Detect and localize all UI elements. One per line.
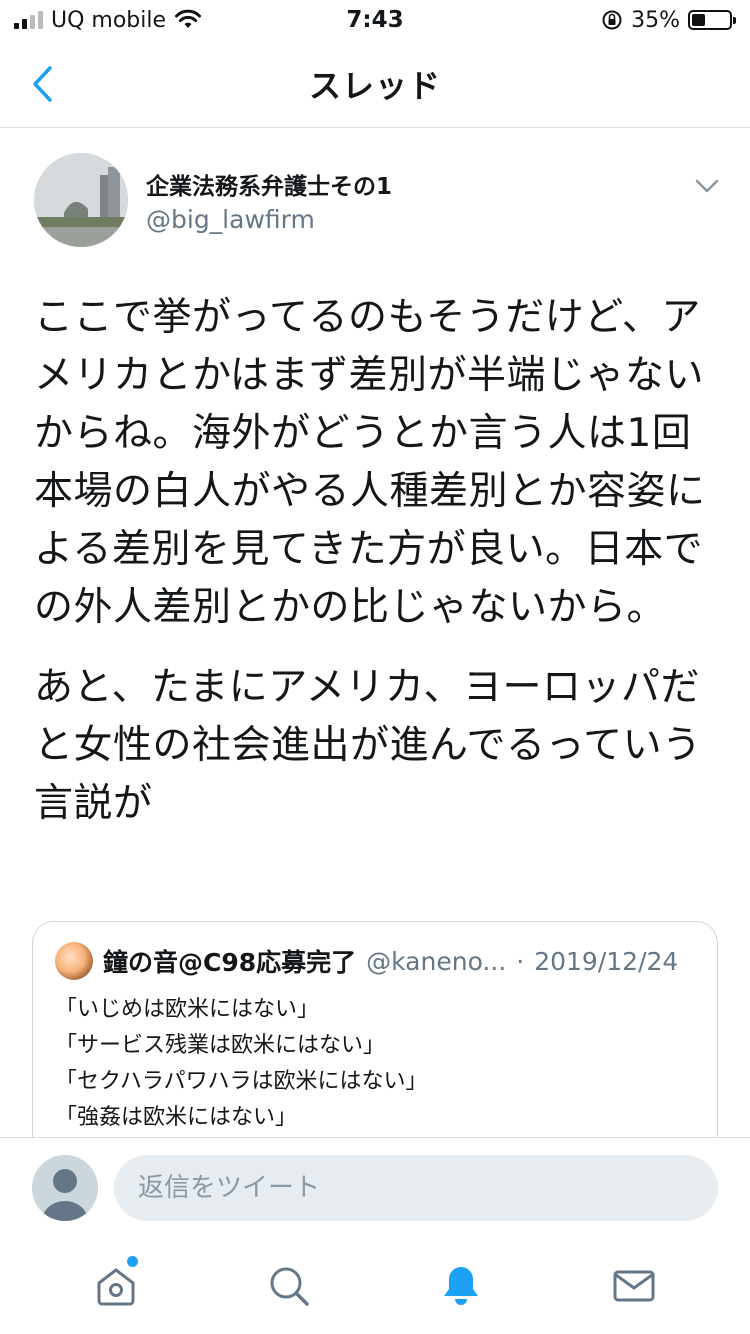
chevron-left-icon	[33, 66, 52, 102]
quoted-author-handle: @kaneno...	[366, 946, 507, 976]
wifi-icon	[175, 9, 202, 28]
cellular-signal-icon	[14, 11, 43, 29]
quoted-tweet[interactable]: 鐘の音@C98応募完了 @kaneno... · 2019/12/24 「いじめ…	[32, 921, 718, 1137]
reply-input[interactable]	[114, 1155, 718, 1221]
carrier-label: UQ mobile	[51, 7, 167, 33]
nav-bar: スレッド	[0, 40, 750, 128]
tab-bar	[0, 1237, 750, 1334]
quoted-line: 「セクハラパワハラは欧米にはない」	[55, 1069, 428, 1094]
user-avatar[interactable]	[32, 1155, 98, 1221]
quoted-tweet-text: 「いじめは欧米にはない」 「サービス残業は欧米にはない」 「セクハラパワハラは欧…	[55, 992, 695, 1136]
status-bar: UQ mobile 7:43 35%	[0, 0, 750, 40]
author-name[interactable]: 企業法務系弁護士その1	[146, 167, 392, 201]
tab-search[interactable]	[249, 1246, 329, 1326]
status-right: 35%	[601, 7, 736, 33]
tweet-text: ここで挙がってるのもそうだけど、アメリカとかはまず差別が半端じゃないからね。海外…	[34, 289, 714, 855]
quoted-author-avatar	[55, 942, 93, 980]
home-icon	[97, 1268, 135, 1305]
author-handle[interactable]: @big_lawfirm	[146, 205, 315, 234]
messages-icon	[613, 1270, 655, 1301]
tab-notifications[interactable]	[421, 1246, 501, 1326]
notifications-icon	[444, 1266, 479, 1305]
quoted-line: 「強姦は欧米にはない」	[55, 1105, 298, 1130]
battery-icon	[688, 10, 736, 30]
default-avatar-icon	[32, 1155, 98, 1221]
tab-messages[interactable]	[594, 1246, 674, 1326]
author-avatar[interactable]	[34, 153, 128, 247]
quoted-line: 「サービス残業は欧米にはない」	[55, 1033, 386, 1058]
page-title: スレッド	[308, 66, 441, 105]
battery-percent: 35%	[631, 7, 680, 33]
new-content-dot	[127, 1255, 139, 1267]
tab-home[interactable]	[76, 1246, 156, 1326]
battery-fill	[692, 14, 705, 26]
quoted-date: 2019/12/24	[534, 946, 679, 976]
quoted-separator: ·	[516, 946, 525, 976]
search-icon	[270, 1267, 309, 1306]
orientation-lock-icon	[602, 10, 622, 30]
back-button[interactable]	[22, 62, 62, 106]
avatar-photo	[34, 153, 128, 247]
tweet-detail: 企業法務系弁護士その1 @big_lawfirm ここで挙がってるのもそうだけど…	[0, 129, 750, 1137]
quoted-tweet-header: 鐘の音@C98応募完了 @kaneno... · 2019/12/24	[55, 942, 695, 980]
status-left: UQ mobile	[14, 8, 202, 33]
chevron-down-icon[interactable]	[692, 171, 722, 201]
quoted-line: 「いじめは欧米にはない」	[55, 997, 320, 1022]
reply-bar	[0, 1137, 750, 1237]
quoted-author-name: 鐘の音@C98応募完了	[103, 948, 357, 977]
tweet-paragraph: ここで挙がってるのもそうだけど、アメリカとかはまず差別が半端じゃないからね。海外…	[34, 295, 706, 630]
tweet-paragraph: あと、たまにアメリカ、ヨーロッパだと女性の社会進出が進んでるっていう言説が	[34, 665, 702, 826]
tweet-author: 企業法務系弁護士その1 @big_lawfirm	[34, 153, 722, 249]
